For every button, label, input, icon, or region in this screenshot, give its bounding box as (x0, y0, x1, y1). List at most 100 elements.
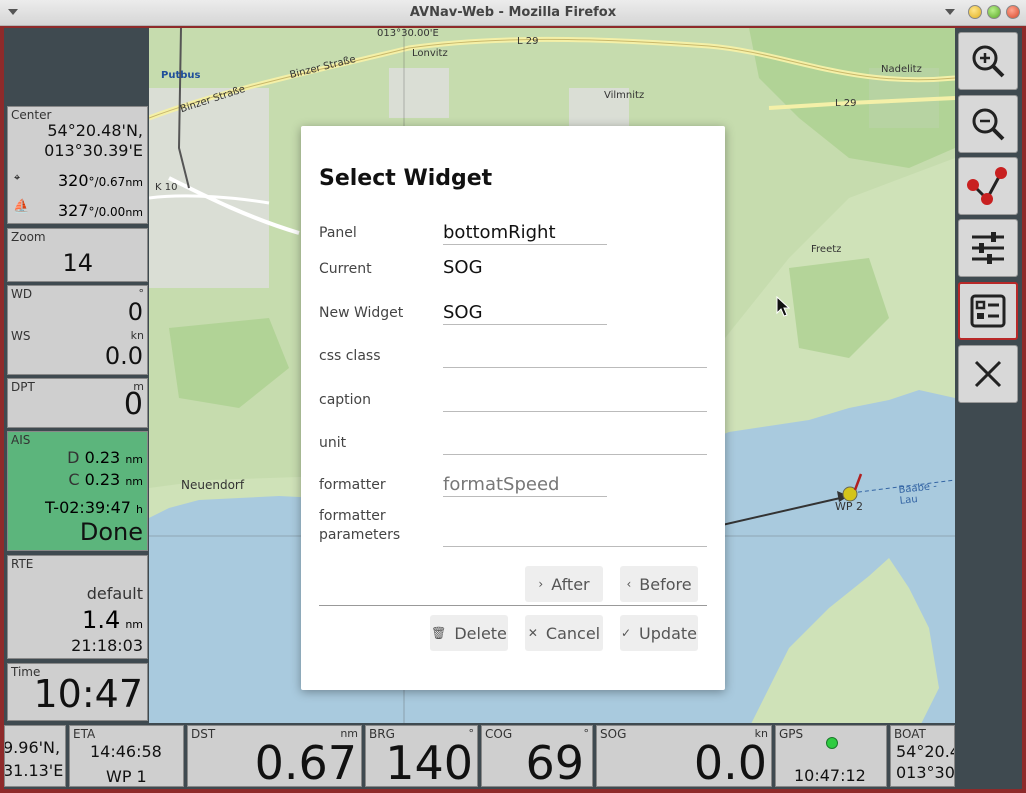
cog-caption: COG (485, 727, 513, 741)
settings-button[interactable] (958, 219, 1018, 277)
cog-unit: ° (583, 727, 590, 740)
chevron-right-icon: › (538, 577, 544, 591)
settings-sliders-icon (972, 232, 1004, 264)
gps-widget[interactable]: GPS 10:47:12 (775, 725, 887, 787)
minimize-button[interactable] (968, 5, 982, 19)
position-widget[interactable]: 9.96'N, 31.13'E (4, 725, 66, 787)
widget-layout-icon (970, 294, 1006, 328)
ws-caption: WS (11, 329, 31, 343)
route-widget[interactable]: RTE default 1.4 nm 21:18:03 (7, 555, 148, 659)
dst-widget[interactable]: DST nm 0.67 (187, 725, 362, 787)
before-button[interactable]: ‹ Before (620, 566, 698, 602)
current-label: Current (319, 261, 372, 277)
gps-caption: GPS (779, 727, 804, 741)
close-button[interactable] (958, 345, 1018, 403)
bottom-widget-panel: 9.96'N, 31.13'E ETA 14:46:58 WP 1 DST nm… (4, 723, 955, 789)
formatter-parameters-field[interactable] (443, 521, 707, 547)
unit-field[interactable] (443, 429, 707, 455)
eta-widget[interactable]: ETA 14:46:58 WP 1 (69, 725, 184, 787)
panel-field[interactable] (443, 219, 607, 245)
boat-line2: 013°30 (896, 763, 955, 782)
zoom-out-icon (972, 108, 1005, 141)
wind-widget[interactable]: WD ° 0 WS kn 0.0 (7, 285, 148, 375)
update-button[interactable]: ✓ Update (620, 615, 698, 651)
map-label-neuendorf: Neuendorf (181, 478, 245, 492)
zoom-value: 14 (62, 249, 93, 277)
ws-unit: kn (130, 329, 144, 342)
sog-widget[interactable]: SOG kn 0.0 (596, 725, 772, 787)
ws-value: 0.0 (104, 342, 143, 370)
dst-caption: DST (191, 727, 216, 741)
window-dropdown-icon[interactable] (945, 9, 955, 15)
ais-tcpa: T-02:39:47 h (44, 498, 143, 517)
zoom-out-button[interactable] (958, 95, 1018, 153)
close-window-button[interactable] (1006, 5, 1020, 19)
ais-cpa: C 0.23 nm (68, 470, 143, 489)
map-label-lonvitz: Lonvitz (412, 48, 448, 59)
dst-value: 0.67 (254, 736, 357, 787)
formatter-field[interactable] (443, 471, 607, 497)
rte-eta: 21:18:03 (71, 636, 143, 655)
window-titlebar: AVNav-Web - Mozilla Firefox (0, 0, 1026, 26)
sog-caption: SOG (600, 727, 627, 741)
boat-position-widget[interactable]: BOAT 54°20.4 013°30 (890, 725, 955, 787)
panel-label: Panel (319, 225, 357, 241)
map-label-longitude: 013°30.00'E (377, 28, 439, 39)
ais-widget[interactable]: AIS D 0.23 nm C 0.23 nm T-02:39:47 h Don… (7, 431, 148, 551)
rte-caption: RTE (11, 557, 34, 571)
avnav-app: 013°30.00'E Lonvitz L 29 Nadelitz Putbus… (4, 28, 1022, 789)
window-controls (945, 5, 1020, 19)
x-icon: ✕ (527, 626, 538, 640)
caption-field[interactable] (443, 386, 707, 412)
cog-value: 69 (525, 736, 584, 787)
app-frame: 013°30.00'E Lonvitz L 29 Nadelitz Putbus… (0, 26, 1026, 793)
zoom-in-icon (972, 45, 1005, 78)
center-lat: 54°20.48'N, (47, 121, 143, 140)
ais-status: Done (79, 518, 143, 546)
zoom-caption: Zoom (11, 230, 46, 244)
map-label-l29: L 29 (517, 36, 539, 47)
boat-line1: 54°20.4 (896, 742, 955, 761)
window-title: AVNav-Web - Mozilla Firefox (409, 5, 617, 20)
delete-button[interactable]: 🗑 Delete (430, 615, 508, 651)
widget-layout-button[interactable] (958, 282, 1018, 340)
center-caption: Center (11, 108, 52, 122)
ais-distance: D 0.23 nm (67, 448, 143, 467)
map-label-putbus: Putbus (161, 70, 201, 81)
zoom-widget[interactable]: Zoom 14 (7, 228, 148, 282)
ais-caption: AIS (11, 433, 31, 447)
css-class-label: css class (319, 348, 381, 364)
maximize-button[interactable] (987, 5, 1001, 19)
depth-widget[interactable]: DPT m 0 (7, 378, 148, 428)
boat-icon: ⛵ (13, 199, 30, 214)
gps-status-icon (826, 737, 838, 749)
css-class-field[interactable] (443, 342, 707, 368)
new-widget-label: New Widget (319, 305, 404, 321)
caption-label: caption (319, 392, 371, 408)
center-widget[interactable]: Center 54°20.48'N, 013°30.39'E ⌖ 320°/0.… (7, 106, 148, 224)
brg-value: 140 (385, 736, 473, 787)
formatter-parameters-label: formatter parameters (319, 508, 401, 543)
map-label-vilmnitz: Vilmnitz (604, 90, 645, 101)
check-icon: ✓ (620, 626, 632, 640)
new-widget-field[interactable] (443, 299, 607, 325)
chevron-left-icon: ‹ (626, 577, 632, 591)
select-widget-dialog: Select Widget Panel Current SOG New Widg… (301, 126, 725, 690)
after-button[interactable]: › After (525, 566, 603, 602)
boat-caption: BOAT (894, 727, 926, 741)
wd-caption: WD (11, 287, 33, 301)
right-button-panel (955, 28, 1022, 789)
cancel-button[interactable]: ✕ Cancel (525, 615, 603, 651)
map-label-freetz: Freetz (811, 244, 842, 255)
waypoint-label-wp2[interactable]: WP 2 (835, 500, 863, 513)
time-widget[interactable]: Time 10:47 (7, 663, 148, 721)
route-button[interactable] (958, 157, 1018, 215)
route-icon (967, 167, 1007, 205)
center-lon: 013°30.39'E (44, 141, 143, 160)
cog-widget[interactable]: COG ° 69 (481, 725, 593, 787)
current-value: SOG (443, 257, 483, 278)
unit-label: unit (319, 435, 347, 451)
sog-value: 0.0 (693, 736, 767, 787)
zoom-in-button[interactable] (958, 32, 1018, 90)
brg-widget[interactable]: BRG ° 140 (365, 725, 478, 787)
